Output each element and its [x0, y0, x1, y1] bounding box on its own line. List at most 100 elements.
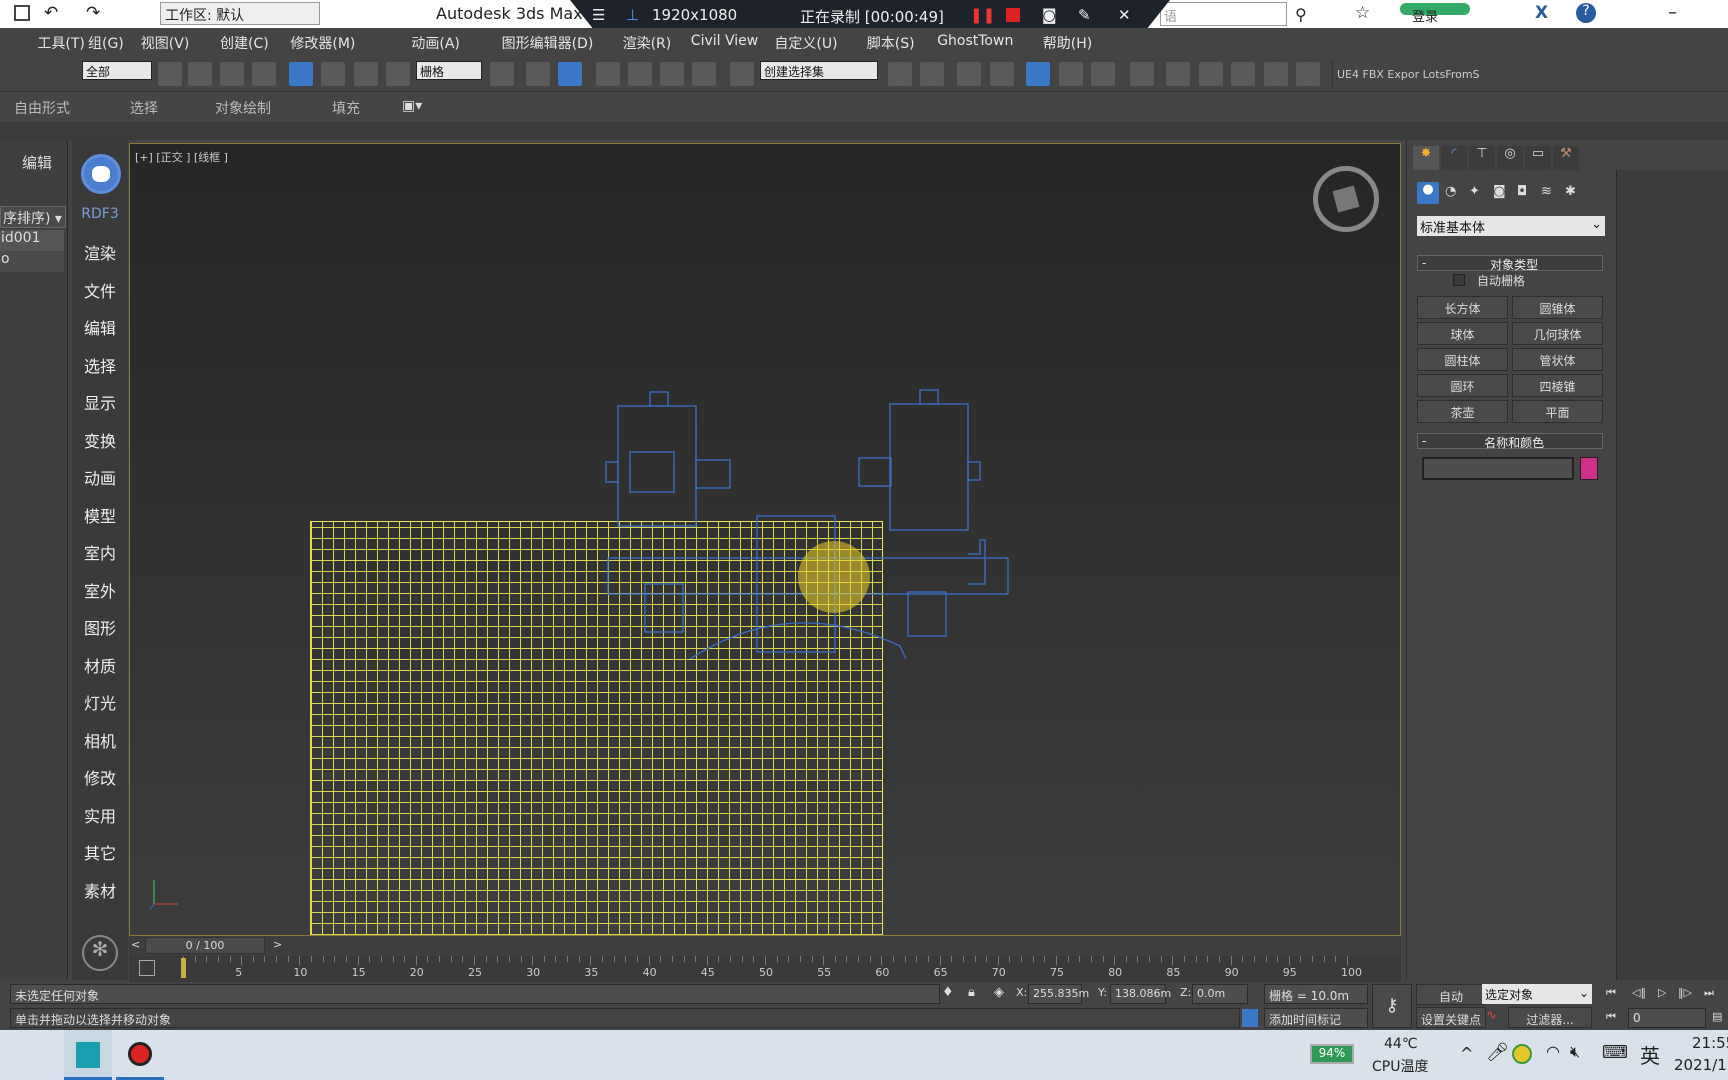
rdf-menu-item[interactable]: 动画: [72, 465, 128, 489]
render-icon[interactable]: [1231, 62, 1255, 86]
rdf-menu-item[interactable]: 室外: [72, 578, 128, 602]
rdf-menu-item[interactable]: 灯光: [72, 690, 128, 714]
mini-curve-editor-icon[interactable]: [139, 960, 155, 976]
primitive-button[interactable]: 管状体: [1512, 348, 1603, 371]
go-to-start-icon[interactable]: ⏮: [1606, 986, 1616, 1000]
spinner-snap-icon[interactable]: [692, 62, 716, 86]
scene-item[interactable]: o: [0, 251, 64, 272]
sort-dropdown[interactable]: 序排序) ▾: [0, 206, 66, 228]
systems-icon[interactable]: ✱: [1565, 184, 1576, 199]
rdf-menu-item[interactable]: 图形: [72, 615, 128, 639]
menu-item[interactable]: 视图(V): [141, 33, 190, 53]
geometry-icon[interactable]: ●: [1417, 182, 1439, 204]
add-time-tag[interactable]: 添加时间标记: [1264, 1008, 1368, 1028]
rollout-object-type[interactable]: - 对象类型: [1417, 255, 1603, 272]
auto-key-button[interactable]: 自动: [1416, 984, 1486, 1005]
chevron-up-icon[interactable]: ^: [1460, 1044, 1473, 1063]
rendered-frame-icon[interactable]: [1199, 62, 1223, 86]
ribbon-tab-object-paint[interactable]: 对象绘制: [215, 98, 271, 118]
rdf-menu-item[interactable]: 编辑: [72, 315, 128, 339]
keyboard-icon[interactable]: ⌨: [1602, 1042, 1628, 1063]
z-coordinate[interactable]: 0.0m: [1192, 984, 1248, 1004]
spacewarps-icon[interactable]: ≋: [1541, 184, 1552, 199]
clock-time[interactable]: 21:55: [1692, 1034, 1728, 1052]
y-coordinate[interactable]: 138.086m: [1110, 984, 1171, 1004]
dope-sheet-icon[interactable]: [1091, 62, 1115, 86]
save-icon[interactable]: [14, 5, 30, 21]
object-color-swatch[interactable]: [1580, 457, 1598, 480]
rdf-menu-item[interactable]: 选择: [72, 353, 128, 377]
primitive-button[interactable]: 四棱锥: [1512, 374, 1603, 397]
pen-icon[interactable]: ✎: [1078, 6, 1091, 24]
star-icon[interactable]: ☆: [1355, 3, 1370, 23]
set-key-button[interactable]: 设置关键点: [1416, 1007, 1486, 1028]
create-tab-icon[interactable]: ✸: [1413, 146, 1439, 170]
speaker-muted-icon[interactable]: 🔇︎: [1570, 1042, 1580, 1062]
taskbar-recorder[interactable]: [116, 1030, 164, 1080]
microphone-icon[interactable]: 🎤︎: [1486, 1042, 1509, 1063]
pin-icon[interactable]: ⊥: [626, 6, 639, 24]
rdf-menu-item[interactable]: 修改: [72, 765, 128, 789]
pivot-icon[interactable]: [490, 62, 514, 86]
lock-icon[interactable]: 🔒︎: [968, 985, 975, 1000]
current-frame-marker[interactable]: [181, 958, 186, 978]
named-selection-dropdown[interactable]: 创建选择集: [760, 61, 878, 80]
scene-item[interactable]: id001: [0, 230, 64, 251]
wireframe-model[interactable]: [130, 144, 1401, 936]
menu-item[interactable]: 修改器(M): [290, 33, 355, 53]
primitive-button[interactable]: 平面: [1512, 400, 1603, 423]
rdf-menu-item[interactable]: 素材: [72, 878, 128, 902]
material-editor-icon[interactable]: [1130, 62, 1154, 86]
render-setup-icon[interactable]: [1166, 62, 1190, 86]
layer-explorer-icon[interactable]: [957, 62, 981, 86]
ue4-fbx-export-button[interactable]: UE4 FBX Expor LotsFromSelec: [1332, 60, 1480, 88]
keyboard-shortcut-icon[interactable]: [558, 62, 582, 86]
time-slider[interactable]: < 0 / 100 >: [129, 936, 1401, 956]
track-bar[interactable]: 5 10 15 20 25 30 35 40 45 50 55 60 65 70 75 80 85 90 95 100: [129, 956, 1401, 982]
set-key-mode-key-icon[interactable]: ⚷: [1372, 984, 1412, 1028]
menu-item[interactable]: 脚本(S): [867, 33, 915, 53]
absolute-mode-icon[interactable]: ◈: [994, 985, 1004, 1000]
key-filters-button[interactable]: 过滤器...: [1508, 1007, 1592, 1028]
render-activeshade-icon[interactable]: [1264, 62, 1288, 86]
menu-item[interactable]: GhostTown: [937, 33, 1013, 49]
edit-named-selection-icon[interactable]: [730, 62, 754, 86]
close-icon[interactable]: ✕: [1118, 6, 1131, 24]
selection-filter-dropdown[interactable]: 全部: [82, 61, 152, 80]
menu-icon[interactable]: ☰: [592, 6, 605, 24]
select-by-name-icon[interactable]: [188, 62, 212, 86]
binoculars-icon[interactable]: ⚲: [1295, 5, 1307, 24]
motion-tab-icon[interactable]: ◎: [1497, 146, 1523, 170]
primitive-button[interactable]: 圆锥体: [1512, 296, 1603, 319]
search-input[interactable]: 语: [1160, 2, 1287, 26]
rdf-menu-item[interactable]: 相机: [72, 728, 128, 752]
rotate-icon[interactable]: [321, 62, 345, 86]
key-mode-icon[interactable]: ⏮: [1606, 1010, 1616, 1024]
minimize-button[interactable]: –: [1668, 2, 1677, 23]
battery-indicator[interactable]: 94%: [1310, 1044, 1354, 1064]
security-app-icon[interactable]: [1512, 1044, 1532, 1064]
primitive-type-dropdown[interactable]: 标准基本体 ⌄: [1417, 216, 1605, 236]
wifi-icon[interactable]: ◠: [1546, 1042, 1560, 1061]
primitive-button[interactable]: 圆环: [1417, 374, 1508, 397]
ime-indicator[interactable]: 英: [1640, 1040, 1660, 1069]
viewport-top[interactable]: [+] [正交 ] [线框 ]: [129, 143, 1401, 936]
primitive-button[interactable]: 圆柱体: [1417, 348, 1508, 371]
rdf-menu-item[interactable]: 其它: [72, 840, 128, 864]
primitive-button[interactable]: 长方体: [1417, 296, 1508, 319]
percent-snap-icon[interactable]: [660, 62, 684, 86]
ribbon-options-icon[interactable]: ▣▾: [402, 98, 422, 114]
utilities-tab-icon[interactable]: ⚒: [1553, 146, 1579, 170]
modify-tab-icon[interactable]: ◜: [1441, 146, 1467, 170]
lights-icon[interactable]: ✦: [1469, 184, 1480, 199]
rdf-menu-item[interactable]: 变换: [72, 428, 128, 452]
cameras-icon[interactable]: ◙: [1493, 184, 1506, 199]
previous-frame-icon[interactable]: ◁‖: [1632, 986, 1646, 999]
ribbon-tab-selection[interactable]: 选择: [130, 98, 158, 118]
login-link[interactable]: 登录: [1412, 6, 1438, 25]
rdf-menu-item[interactable]: 渲染: [72, 240, 128, 264]
time-next-icon[interactable]: >: [273, 938, 282, 951]
time-slider-thumb[interactable]: 0 / 100: [145, 937, 265, 954]
helpers-icon[interactable]: ◘: [1517, 184, 1527, 199]
rdf-menu-item[interactable]: 模型: [72, 503, 128, 527]
